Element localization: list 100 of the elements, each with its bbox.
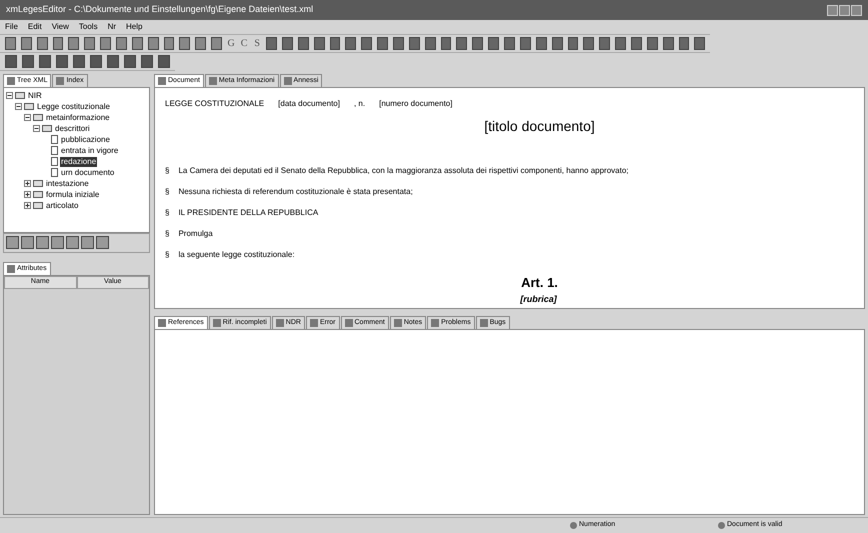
toolbar-icon[interactable] <box>164 37 174 50</box>
status-icon <box>718 522 725 529</box>
toolbar-icon[interactable] <box>408 37 420 50</box>
toolbar-icon[interactable] <box>5 37 16 50</box>
tree-item[interactable]: NIR <box>27 90 43 100</box>
toolbar-icon[interactable] <box>298 37 309 50</box>
toolbar-icon[interactable] <box>195 37 206 50</box>
toolbar-icon[interactable] <box>472 37 484 50</box>
expand-icon[interactable] <box>24 191 31 198</box>
toolbar-icon[interactable] <box>377 37 388 50</box>
header-field: , n. <box>354 98 366 110</box>
toolbar-icon[interactable] <box>179 37 190 50</box>
tree-item[interactable]: descrittori <box>54 124 91 134</box>
tab-icon <box>431 319 440 327</box>
toolbar-icon[interactable] <box>678 37 690 50</box>
toolbar-icon[interactable] <box>68 37 80 50</box>
toolbar-icon[interactable] <box>630 37 642 50</box>
tree-item[interactable]: metainformazione <box>45 112 111 122</box>
tab-icon <box>158 319 166 327</box>
tree-item[interactable]: intestazione <box>45 178 90 188</box>
toolbar-icon[interactable] <box>646 37 658 50</box>
expand-icon[interactable] <box>24 180 31 187</box>
paragraph: La Camera dei deputati ed il Senato della Repubblica, con la maggioranza assoluta dei rispettivi componenti, hanno approvato; <box>178 165 629 177</box>
section-mark: § <box>165 207 170 219</box>
tree-tool-icon[interactable] <box>36 236 49 249</box>
toolbar-icon[interactable] <box>520 37 531 50</box>
toolbar-icon[interactable] <box>132 37 143 50</box>
tree-item[interactable]: articolato <box>45 200 80 210</box>
tree-tool-icon[interactable] <box>81 236 94 249</box>
menu-item[interactable]: File <box>5 21 18 33</box>
toolbar-icon[interactable] <box>266 37 278 50</box>
toolbar-icon[interactable] <box>424 37 436 50</box>
toolbar-icon[interactable] <box>488 37 500 50</box>
collapse-icon[interactable] <box>15 103 22 110</box>
tab-icon <box>344 319 352 327</box>
tab-icon <box>208 77 217 85</box>
section-mark: § <box>165 228 170 240</box>
section-mark: § <box>165 165 170 177</box>
toolbar-icon[interactable] <box>84 37 96 50</box>
format-button[interactable]: G <box>227 36 236 51</box>
menu-item[interactable]: Help <box>126 21 142 33</box>
tab-icon <box>212 319 221 327</box>
format-button[interactable]: S <box>253 36 262 51</box>
toolbar-icon[interactable] <box>36 37 48 50</box>
toolbar-icon[interactable] <box>552 37 562 50</box>
rubric: [rubrica] <box>520 292 558 304</box>
toolbar-icon[interactable] <box>116 37 127 50</box>
toolbar-icon[interactable] <box>314 37 325 50</box>
toolbar-icon[interactable] <box>694 37 706 50</box>
tab-icon <box>7 265 15 273</box>
tree-item[interactable]: entrata in vigore <box>60 146 120 156</box>
section-mark: § <box>165 186 170 198</box>
toolbar-icon[interactable] <box>583 37 594 50</box>
article-heading: Art. 1. <box>521 274 558 292</box>
menu-item[interactable]: Nr <box>108 21 116 33</box>
tree-tool-icon[interactable] <box>51 236 64 249</box>
toolbar-icon[interactable] <box>330 37 340 50</box>
toolbar-icon[interactable] <box>361 37 372 50</box>
tab-icon <box>480 319 488 327</box>
section-mark: § <box>165 249 170 261</box>
toolbar-icon[interactable] <box>52 37 64 50</box>
tree-item[interactable]: Legge costituzionale <box>36 102 111 112</box>
paragraph: la seguente legge costituzionale: <box>178 249 295 261</box>
collapse-icon[interactable] <box>33 125 40 132</box>
toolbar-icon[interactable] <box>456 37 468 50</box>
toolbar-icon[interactable] <box>440 37 452 50</box>
toolbar-icon[interactable] <box>345 37 356 50</box>
collapse-icon[interactable] <box>24 114 31 121</box>
collapse-icon[interactable] <box>6 92 13 99</box>
tree-item[interactable]: redazione <box>60 156 98 166</box>
toolbar-icon[interactable] <box>148 37 159 50</box>
format-button[interactable]: C <box>240 36 248 51</box>
tree-tool-icon[interactable] <box>96 236 109 249</box>
tree-tool-icon[interactable] <box>6 236 19 249</box>
tree-tool-icon[interactable] <box>66 236 79 249</box>
tab-icon <box>394 319 402 327</box>
menu-item[interactable]: View <box>52 21 69 33</box>
paragraph: Promulga <box>178 228 213 240</box>
toolbar-icon[interactable] <box>100 37 112 50</box>
toolbar-icon[interactable] <box>599 37 610 50</box>
toolbar-icon[interactable] <box>568 37 578 50</box>
menu-item[interactable]: Tools <box>78 21 98 33</box>
expand-icon[interactable] <box>24 202 31 209</box>
tree-item[interactable]: formula iniziale <box>45 190 100 200</box>
tree-tool-icon[interactable] <box>21 236 34 249</box>
toolbar-icon[interactable] <box>536 37 547 50</box>
paragraph: IL PRESIDENTE DELLA REPUBBLICA <box>178 207 318 219</box>
tab-icon <box>276 319 284 327</box>
toolbar-icon[interactable] <box>211 37 222 50</box>
menu-item[interactable]: Edit <box>28 21 42 33</box>
tab-icon <box>7 77 15 85</box>
toolbar-icon[interactable] <box>20 37 32 50</box>
tab-icon <box>310 319 318 327</box>
tab-icon <box>158 77 166 85</box>
tree-item[interactable]: urn documento <box>60 168 116 178</box>
header-field: [data documento] <box>278 98 340 110</box>
tree-item[interactable]: pubblicazione <box>60 134 111 144</box>
toolbar-icon[interactable] <box>662 37 674 50</box>
paragraph: Nessuna richiesta di referendum costituzionale è stata presentata; <box>178 186 413 198</box>
document-title: [titolo documento] <box>484 117 595 136</box>
